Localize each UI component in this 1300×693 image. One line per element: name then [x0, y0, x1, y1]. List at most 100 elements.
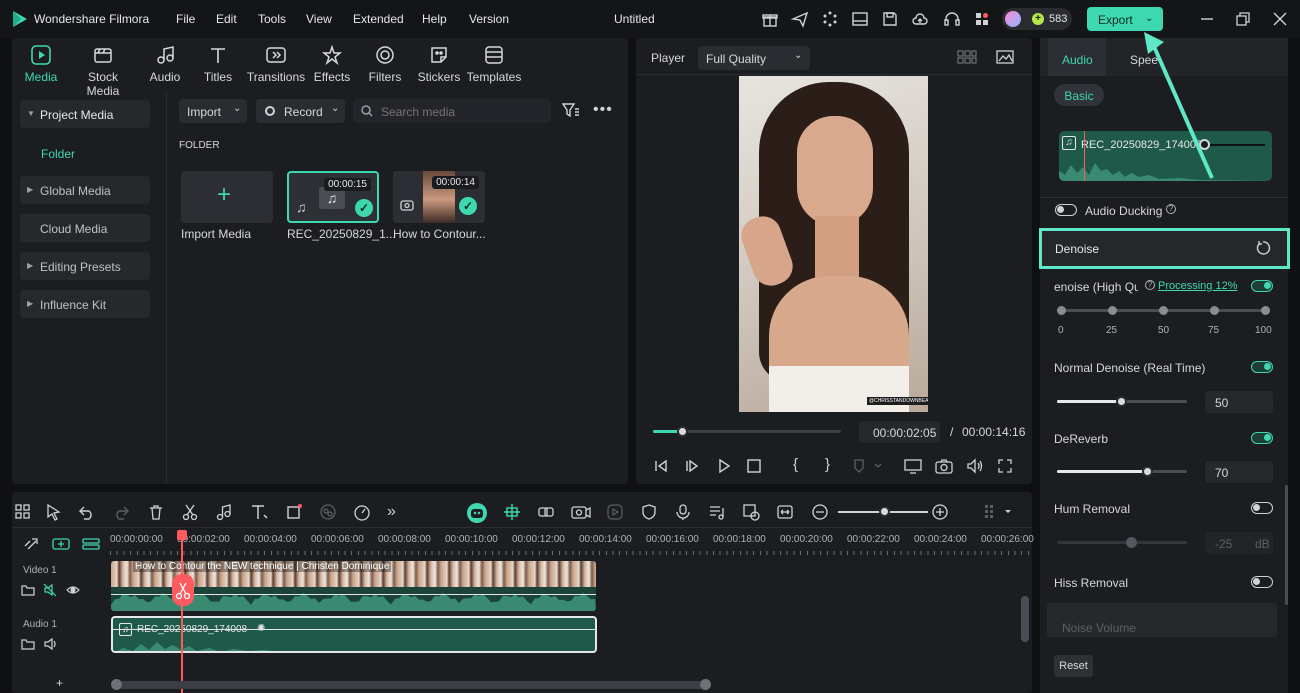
- layout-icon[interactable]: [851, 10, 869, 28]
- playback-progress-knob[interactable]: [677, 426, 688, 437]
- stop-icon[interactable]: [746, 458, 762, 474]
- reset-button[interactable]: Reset: [1054, 655, 1093, 677]
- folder-icon[interactable]: [21, 638, 35, 650]
- select-arrow-icon[interactable]: [45, 503, 63, 521]
- search-field[interactable]: [353, 99, 551, 123]
- filter-icon[interactable]: [562, 102, 580, 118]
- apps-grid-icon[interactable]: [973, 10, 991, 28]
- sidebar-item-editing-presets[interactable]: ▶ Editing Presets: [20, 252, 150, 280]
- layout-grid-icon[interactable]: [14, 503, 32, 521]
- add-audio-track-icon[interactable]: [82, 537, 100, 551]
- menu-version[interactable]: Version: [469, 12, 509, 26]
- text-icon[interactable]: [250, 503, 268, 521]
- scissors-icon[interactable]: [181, 503, 199, 521]
- sidebar-item-folder[interactable]: Folder: [41, 147, 75, 161]
- dereverb-slider-knob[interactable]: [1142, 466, 1153, 477]
- zoom-in-icon[interactable]: [931, 503, 949, 521]
- timeline-ruler[interactable]: 00:00:00:00 00:00:02:00 00:00:04:00 00:00:0…: [110, 534, 1034, 558]
- save-icon[interactable]: [881, 10, 899, 28]
- tab-effects[interactable]: Effects: [302, 44, 362, 88]
- volume-icon[interactable]: [43, 637, 57, 651]
- ai-face-icon[interactable]: [467, 503, 487, 523]
- zoom-out-icon[interactable]: [811, 503, 829, 521]
- timeline-hscroll-left-handle[interactable]: [111, 679, 122, 690]
- zoom-slider-knob[interactable]: [879, 506, 890, 517]
- denoise-level-stop[interactable]: [1108, 306, 1117, 315]
- media-item-video[interactable]: 00:00:14 ✓: [393, 171, 485, 223]
- menu-extended[interactable]: Extended: [353, 12, 404, 26]
- grid-view-icon[interactable]: [957, 49, 977, 65]
- audio-clip[interactable]: ♫ REC_20250829_174008 ✺: [111, 616, 597, 653]
- minimize-icon[interactable]: [1198, 10, 1216, 28]
- close-icon[interactable]: [1271, 10, 1289, 28]
- sidebar-item-cloud-media[interactable]: Cloud Media: [20, 214, 150, 242]
- restore-icon[interactable]: [1234, 10, 1252, 28]
- tab-templates[interactable]: Templates: [464, 44, 524, 88]
- processing-link[interactable]: Processing 12%: [1158, 280, 1238, 292]
- timeline-vscroll[interactable]: [1021, 596, 1029, 642]
- sidebar-item-project-media[interactable]: ▼ Project Media: [20, 100, 150, 128]
- play-frame-icon[interactable]: [684, 458, 700, 474]
- more-options-icon[interactable]: •••: [593, 101, 613, 119]
- search-input[interactable]: [381, 105, 541, 119]
- audio-ducking-toggle[interactable]: [1055, 204, 1077, 216]
- snap-icon[interactable]: [503, 503, 521, 521]
- tab-filters[interactable]: Filters: [355, 44, 415, 88]
- add-track-link-icon[interactable]: [22, 536, 40, 552]
- timeline-hscroll-right-handle[interactable]: [700, 679, 711, 690]
- denoise-level-stop[interactable]: [1261, 306, 1270, 315]
- panel-scrollbar[interactable]: [1285, 485, 1288, 605]
- help-icon[interactable]: ?: [1145, 280, 1155, 290]
- gift-icon[interactable]: [761, 10, 779, 28]
- screen-record-icon[interactable]: [571, 503, 591, 521]
- reset-icon[interactable]: [1255, 240, 1271, 256]
- folder-icon[interactable]: [21, 584, 35, 596]
- media-item-rec[interactable]: ♫ ♫ 00:00:15 ✓: [287, 171, 379, 223]
- normal-denoise-toggle[interactable]: [1251, 361, 1273, 373]
- playhead-handle[interactable]: [177, 530, 187, 540]
- current-time-field[interactable]: 00:00:02:05: [859, 421, 940, 443]
- record-dropdown[interactable]: Record ⌄: [256, 99, 345, 123]
- add-video-track-icon[interactable]: [52, 537, 70, 551]
- tab-titles[interactable]: Titles: [188, 44, 248, 88]
- snapshot-image-icon[interactable]: [996, 49, 1014, 65]
- tab-audio[interactable]: Audio: [135, 44, 195, 88]
- menu-view[interactable]: View: [306, 12, 332, 26]
- undo-icon[interactable]: [78, 503, 96, 521]
- timeline-hscroll-track[interactable]: [112, 681, 708, 689]
- tab-transitions[interactable]: Transitions: [244, 44, 308, 88]
- denoise-section-header[interactable]: Denoise: [1039, 228, 1290, 269]
- dereverb-toggle[interactable]: [1251, 432, 1273, 444]
- hiss-removal-toggle[interactable]: [1251, 576, 1273, 588]
- sidebar-item-global-media[interactable]: ▶ Global Media: [20, 176, 150, 204]
- playhead-scissors-icon[interactable]: [172, 574, 194, 606]
- replace-icon[interactable]: [742, 503, 760, 521]
- mark-in-icon[interactable]: {: [793, 456, 798, 473]
- denoise-level-stop[interactable]: [1057, 306, 1066, 315]
- headset-icon[interactable]: [943, 10, 961, 28]
- display-icon[interactable]: [904, 458, 922, 474]
- menu-edit[interactable]: Edit: [216, 12, 237, 26]
- fullscreen-icon[interactable]: [997, 458, 1013, 474]
- more-tools-icon[interactable]: »: [387, 503, 405, 521]
- chevron-down-icon[interactable]: ⌄: [1145, 13, 1153, 24]
- volume-icon[interactable]: [966, 458, 984, 474]
- credits-badge[interactable]: + 583: [1002, 8, 1072, 30]
- mark-out-icon[interactable]: }: [825, 456, 830, 473]
- sidebar-item-influence-kit[interactable]: ▶ Influence Kit: [20, 290, 150, 318]
- prev-frame-icon[interactable]: [653, 458, 669, 474]
- normal-denoise-value-field[interactable]: 50: [1205, 391, 1273, 413]
- menu-tools[interactable]: Tools: [258, 12, 286, 26]
- timeline-settings-icon[interactable]: [983, 503, 1011, 521]
- delete-icon[interactable]: [147, 503, 165, 521]
- microphone-icon[interactable]: [674, 503, 692, 521]
- tab-stock-media[interactable]: Stock Media: [72, 44, 134, 98]
- ai-denoise-toggle[interactable]: [1251, 280, 1273, 292]
- camera-icon[interactable]: [935, 458, 953, 474]
- add-track-plus-icon[interactable]: +: [56, 676, 63, 690]
- cloud-upload-icon[interactable]: [911, 10, 929, 28]
- crop-icon[interactable]: [285, 503, 303, 521]
- menu-help[interactable]: Help: [422, 12, 447, 26]
- tab-stickers[interactable]: Stickers: [409, 44, 469, 88]
- dereverb-value-field[interactable]: 70: [1205, 461, 1273, 483]
